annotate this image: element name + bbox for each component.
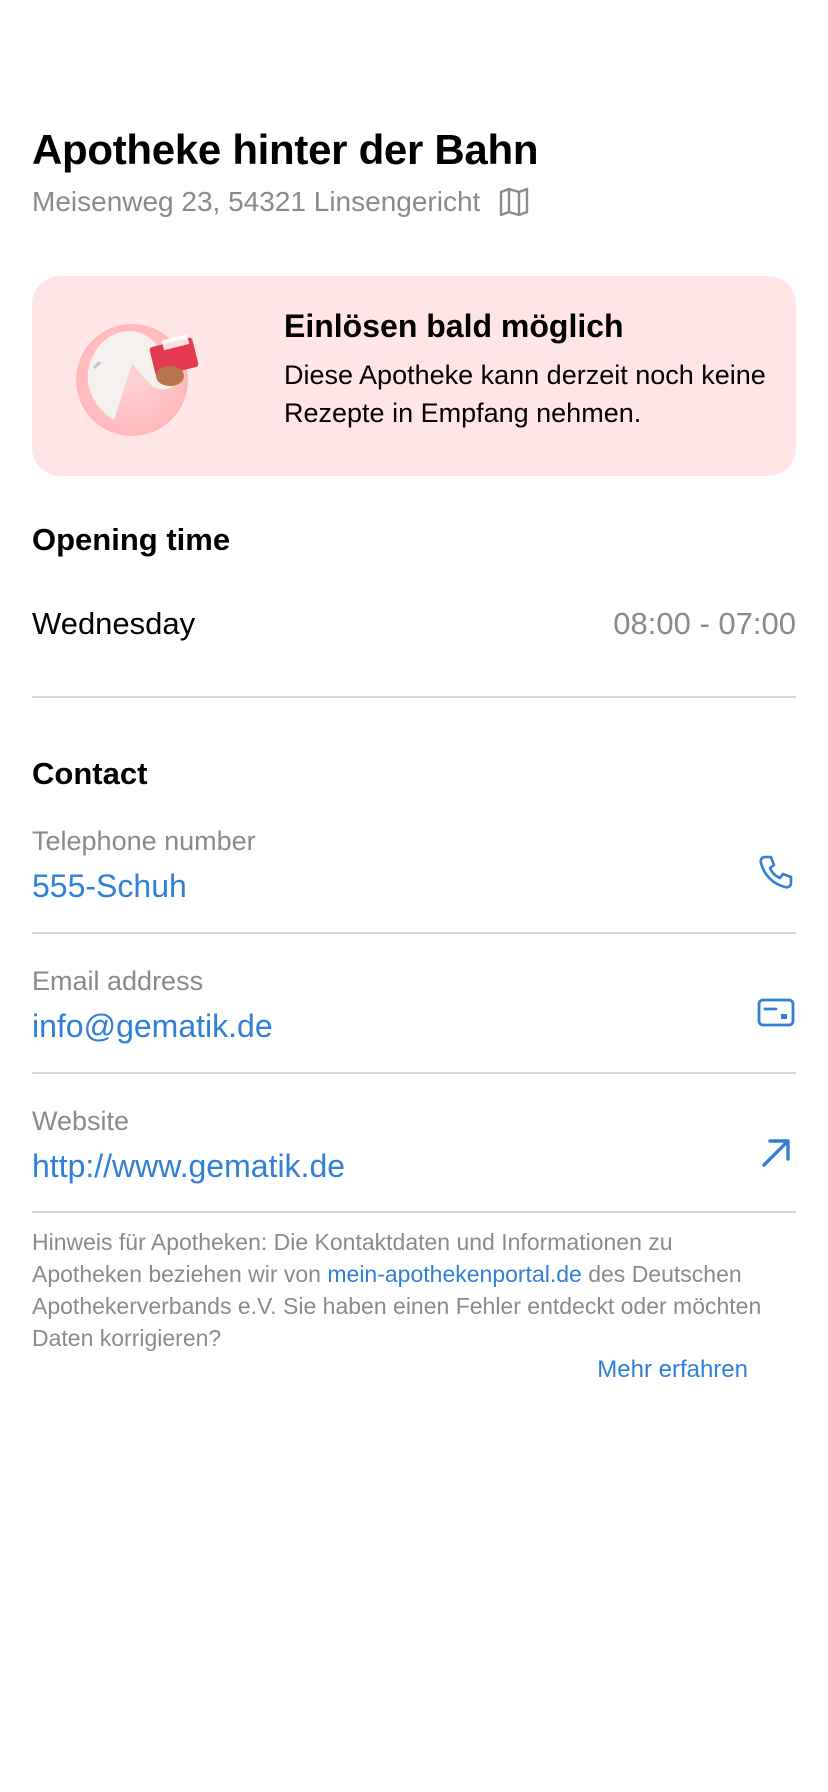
website-value[interactable]: http://www.gematik.de	[32, 1148, 345, 1185]
divider	[32, 932, 796, 934]
pharmacist-illustration	[74, 312, 224, 442]
contact-website-row[interactable]: Website http://www.gematik.de	[32, 1106, 796, 1226]
banner-title: Einlösen bald möglich	[284, 308, 624, 344]
opening-hours: 08:00 - 07:00	[613, 606, 796, 641]
contact-heading: Contact	[32, 756, 148, 791]
email-label: Email address	[32, 966, 204, 996]
apothekenportal-link[interactable]: mein-apothekenportal.de	[327, 1261, 581, 1287]
pharmacy-name: Apotheke hinter der Bahn	[32, 126, 539, 173]
divider	[32, 696, 796, 698]
pharmacy-address: Meisenweg 23, 54321 Linsengericht	[32, 186, 481, 217]
pharmacy-data-notice: Hinweis für Apotheken: Die Kontaktdaten …	[32, 1226, 772, 1354]
learn-more-link[interactable]: Mehr erfahren	[597, 1356, 748, 1384]
address-row[interactable]: Meisenweg 23, 54321 Linsengericht	[32, 186, 530, 218]
divider	[32, 1072, 796, 1074]
contact-email-row[interactable]: Email address info@gematik.de	[32, 966, 796, 1086]
phone-icon[interactable]	[756, 852, 796, 892]
divider	[32, 1211, 796, 1213]
banner-text: Diese Apotheke kann derzeit noch keine R…	[284, 360, 766, 428]
email-value[interactable]: info@gematik.de	[32, 1008, 273, 1045]
map-icon[interactable]	[498, 186, 530, 218]
mail-card-icon[interactable]	[756, 992, 796, 1032]
phone-value[interactable]: 555-Schuh	[32, 868, 187, 905]
opening-time-heading: Opening time	[32, 522, 231, 557]
website-label: Website	[32, 1106, 130, 1136]
contact-phone-row[interactable]: Telephone number 555-Schuh	[32, 826, 796, 946]
redeem-soon-banner: Einlösen bald möglich Diese Apotheke kan…	[32, 276, 796, 476]
opening-day: Wednesday	[32, 606, 196, 641]
opening-hours-row: Wednesday 08:00 - 07:00	[32, 606, 796, 642]
external-arrow-icon[interactable]	[756, 1132, 796, 1172]
phone-label: Telephone number	[32, 826, 256, 856]
